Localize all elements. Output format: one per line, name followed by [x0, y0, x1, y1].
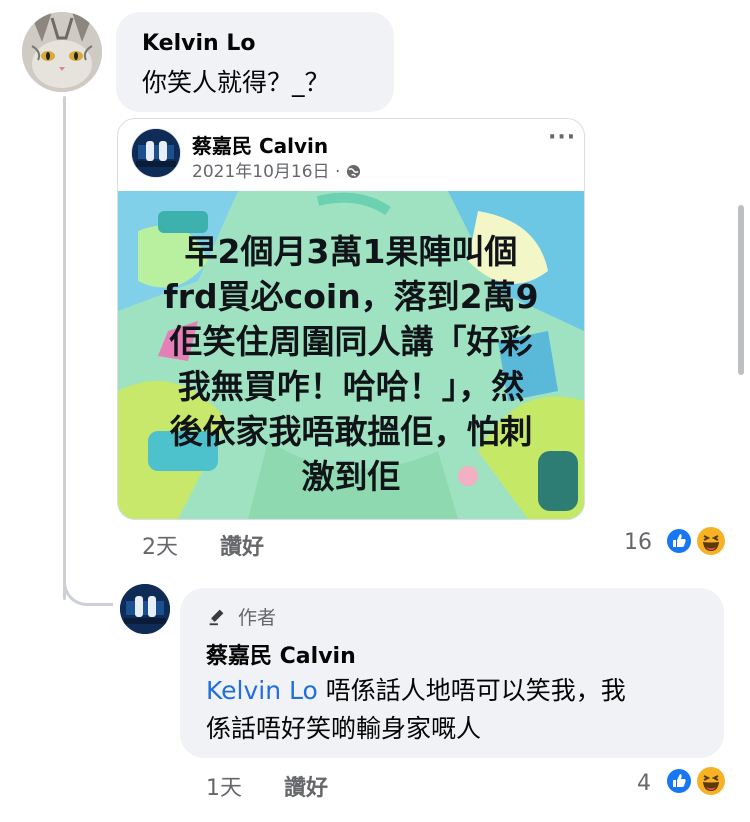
- reply-text-line: Kelvin Lo 唔係話人地唔可以笑我，我: [206, 672, 626, 710]
- pen-icon: [206, 605, 228, 632]
- globe-icon: [346, 164, 361, 184]
- shared-post-page-avatar[interactable]: [131, 128, 181, 178]
- reply-mention-link[interactable]: Kelvin Lo: [206, 676, 318, 705]
- reply-author[interactable]: 蔡嘉民 Calvin: [206, 638, 356, 670]
- comment-timestamp[interactable]: 2天: [142, 529, 178, 561]
- reply-text: 唔係話人地唔可以笑我，我: [325, 676, 626, 705]
- like-icon[interactable]: [665, 527, 693, 555]
- author-badge-label: 作者: [238, 607, 277, 629]
- post-image-line: 我無買咋！哈哈！」，然: [177, 367, 525, 406]
- post-image-line: 激到佢: [301, 457, 401, 496]
- comment-like-button[interactable]: 讚好: [220, 529, 264, 561]
- reply-text-line-2: 係話唔好笑啲輸身家嘅人: [206, 714, 482, 743]
- comment-text: 你笑人就得？_？: [142, 68, 330, 97]
- shared-post-card[interactable]: 蔡嘉民 Calvin 2021年10月16日 · ··· 早2個月3萬1果陣叫個…: [117, 118, 585, 520]
- like-icon[interactable]: [665, 767, 693, 795]
- shared-post-image[interactable]: 早2個月3萬1果陣叫個 frd買必coin，落到2萬9 佢笑住周圍同人講「好彩 …: [118, 191, 584, 519]
- post-image-line: frd買必coin，落到2萬9: [163, 277, 539, 316]
- post-image-line: 早2個月3萬1果陣叫個: [184, 232, 518, 271]
- thread-line: [63, 96, 66, 600]
- shared-post-meta: 2021年10月16日 ·: [192, 157, 361, 184]
- post-image-line: 後依家我唔敢搵佢，怕刺: [169, 412, 533, 451]
- comment-reaction-count[interactable]: 16: [624, 530, 652, 555]
- author-badge: 作者: [206, 603, 276, 632]
- shared-post-date[interactable]: 2021年10月16日: [192, 162, 330, 182]
- reply-timestamp[interactable]: 1天: [206, 770, 242, 802]
- shared-post-page-name[interactable]: 蔡嘉民 Calvin: [192, 130, 328, 159]
- haha-icon[interactable]: [695, 765, 727, 797]
- comment-author[interactable]: Kelvin Lo: [142, 31, 255, 56]
- reply-reaction-count[interactable]: 4: [637, 771, 651, 796]
- avatar-calvin[interactable]: [120, 584, 170, 634]
- reply-like-button[interactable]: 讚好: [284, 770, 328, 802]
- haha-icon[interactable]: [695, 525, 727, 557]
- avatar-kelvin-lo[interactable]: [22, 12, 102, 92]
- thread-line-curve: [63, 560, 113, 606]
- post-image-text: 早2個月3萬1果陣叫個 frd買必coin，落到2萬9 佢笑住周圍同人講「好彩 …: [118, 229, 584, 499]
- scrollbar-thumb[interactable]: [738, 205, 744, 375]
- more-dots-icon[interactable]: ···: [548, 125, 576, 150]
- post-image-line: 佢笑住周圍同人講「好彩: [169, 322, 533, 361]
- meta-separator: ·: [334, 162, 341, 182]
